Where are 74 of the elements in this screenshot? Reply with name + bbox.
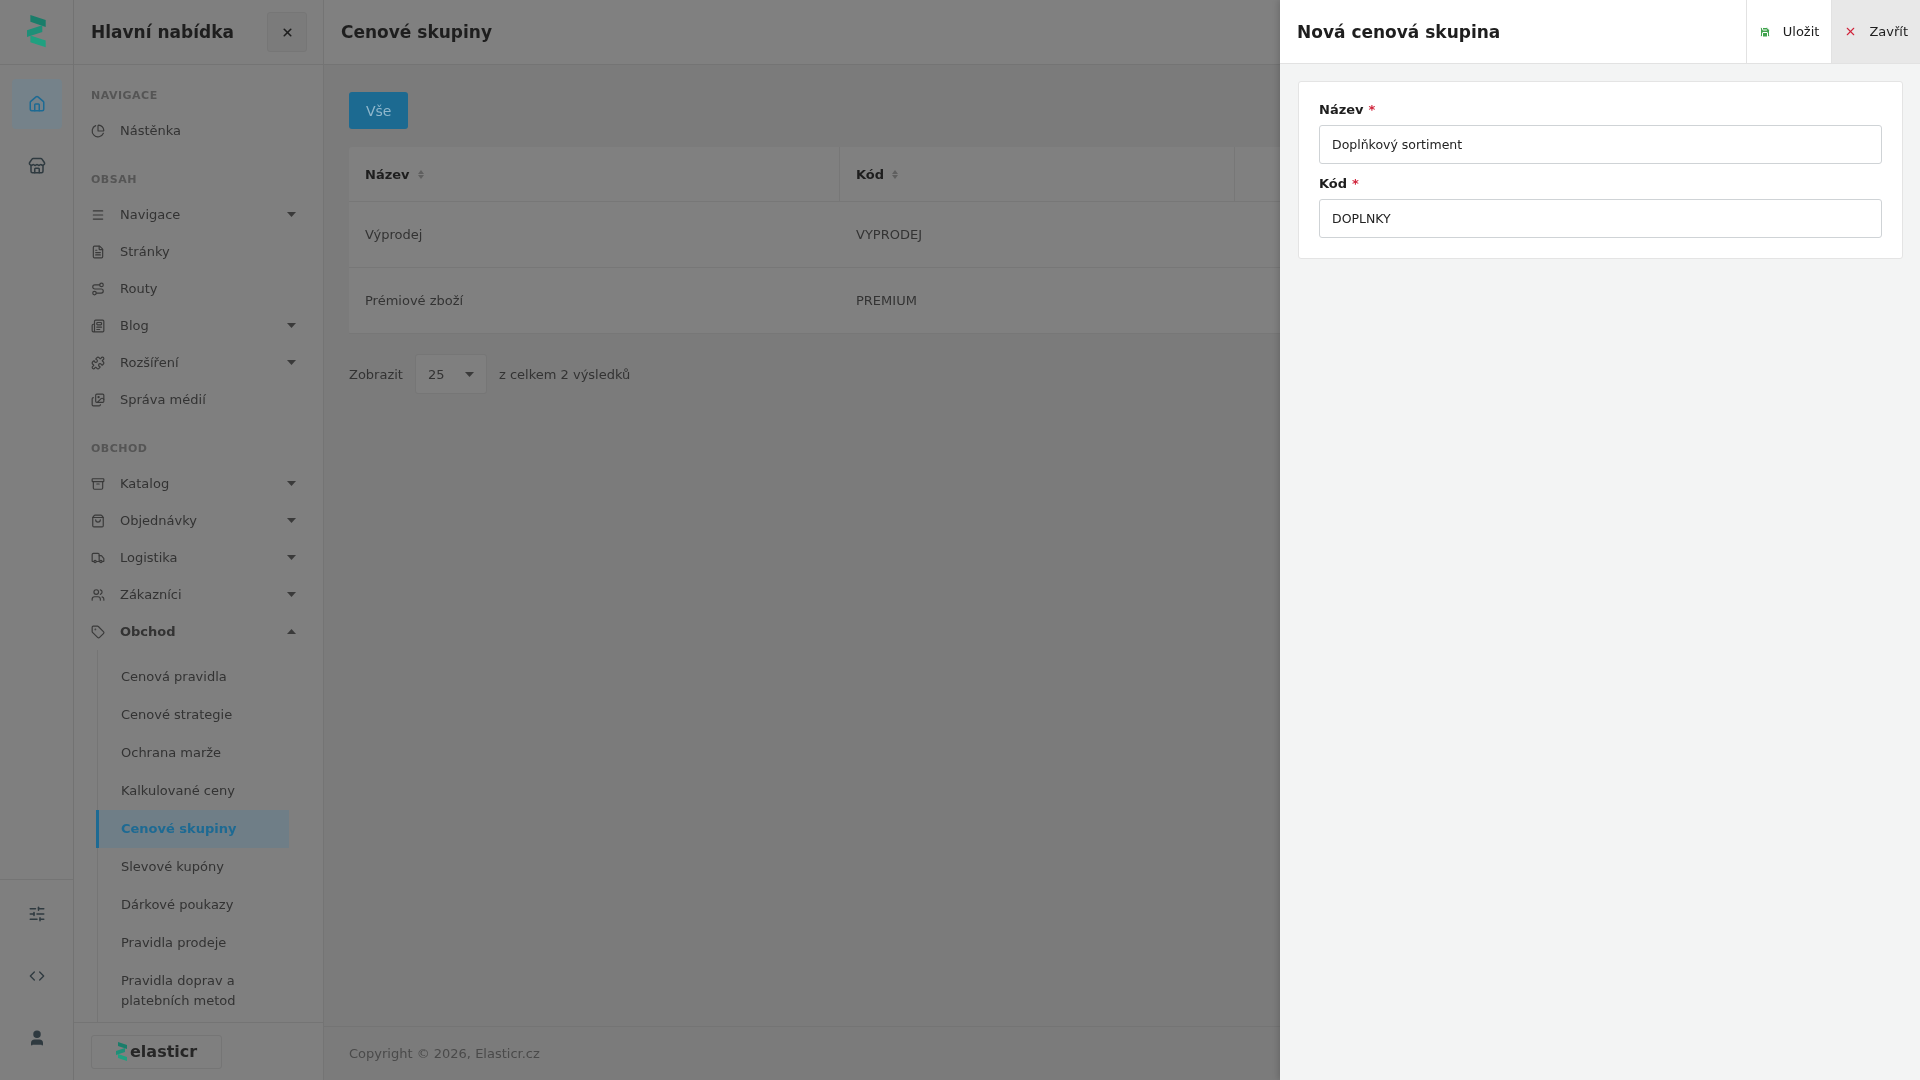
menu-item[interactable]: Routy bbox=[91, 270, 307, 307]
caret-down-icon bbox=[287, 518, 296, 523]
menu-item[interactable]: Nástěnka bbox=[91, 112, 307, 149]
menu-icon bbox=[91, 476, 105, 491]
code-icon bbox=[28, 968, 45, 984]
submenu-item[interactable]: Pravidla doprav a platebních metod bbox=[96, 962, 289, 1020]
sort-icon bbox=[892, 169, 899, 179]
submenu-item[interactable]: Pravidla prodeje bbox=[96, 924, 289, 962]
close-button[interactable]: Zavřít bbox=[1831, 0, 1920, 63]
menu-item[interactable]: Zákazníci bbox=[91, 576, 307, 613]
brand-logo[interactable]: elasticr bbox=[91, 1034, 223, 1069]
menu-item[interactable]: Navigace bbox=[91, 196, 307, 233]
home-button[interactable] bbox=[11, 79, 62, 129]
page-size-select[interactable]: 25 bbox=[414, 354, 487, 394]
submenu-item[interactable]: Kalkulované ceny bbox=[96, 772, 289, 810]
sliders-icon bbox=[27, 905, 46, 923]
table-cell-text: Výprodej bbox=[364, 226, 424, 244]
column-header[interactable]: Název bbox=[349, 147, 840, 201]
menu-icon bbox=[91, 550, 105, 565]
close-button[interactable] bbox=[267, 12, 307, 52]
drawer-title: Nová cenová skupina bbox=[1296, 20, 1502, 44]
input-field[interactable]: DOPLNKY bbox=[1319, 199, 1882, 238]
menu-item[interactable]: Logistika bbox=[91, 539, 307, 576]
store-icon bbox=[27, 157, 46, 175]
submenu-item[interactable]: Slevové kupóny bbox=[96, 848, 289, 886]
menu-icon bbox=[91, 244, 105, 259]
menu-icon bbox=[91, 392, 105, 407]
filter-button[interactable]: Vše bbox=[349, 92, 409, 129]
table-cell-text: PREMIUM bbox=[855, 292, 918, 310]
close-icon bbox=[280, 25, 294, 39]
menu-icon bbox=[91, 281, 105, 296]
menu-icon bbox=[91, 587, 105, 602]
caret-down-icon bbox=[287, 212, 296, 217]
menu-icon bbox=[91, 207, 105, 222]
field-label: Kód * bbox=[1319, 176, 1360, 191]
caret-down-icon bbox=[464, 371, 474, 377]
save-icon bbox=[1758, 25, 1771, 38]
menu-item[interactable]: Rozšíření bbox=[91, 344, 307, 381]
table-cell-text: Prémiové zboží bbox=[364, 292, 465, 310]
field-label: Název * bbox=[1319, 102, 1377, 117]
required-mark: * bbox=[1352, 176, 1359, 191]
caret-down-icon bbox=[287, 592, 296, 597]
column-header[interactable]: Kód bbox=[840, 147, 1235, 201]
menu-icon bbox=[91, 123, 105, 138]
menu-item[interactable]: Obchod bbox=[91, 613, 307, 650]
required-mark: * bbox=[1368, 102, 1376, 117]
page-title: Cenové skupiny bbox=[341, 22, 493, 42]
menu-item[interactable]: Blog bbox=[91, 307, 307, 344]
submenu-item[interactable]: Cenové strategie bbox=[96, 696, 289, 734]
menu-item[interactable]: Objednávky bbox=[91, 502, 307, 539]
menu-icon bbox=[91, 355, 105, 370]
table-cell-text: VYPRODEJ bbox=[855, 226, 923, 244]
submenu-item[interactable]: Ochrana marže bbox=[96, 734, 289, 772]
pager-label: Zobrazit bbox=[349, 366, 403, 382]
caret-down-icon bbox=[287, 481, 296, 486]
caret-down-icon bbox=[287, 360, 296, 365]
menu-item[interactable]: Stránky bbox=[91, 233, 307, 270]
menu-icon bbox=[91, 513, 105, 528]
menu-icon bbox=[91, 624, 105, 639]
results-count: z celkem 2 výsledků bbox=[498, 366, 631, 382]
caret-up-icon bbox=[287, 629, 296, 634]
logo-icon bbox=[116, 1041, 127, 1062]
home-icon bbox=[27, 95, 46, 113]
menu-title: Hlavní nabídka bbox=[91, 22, 234, 42]
submenu-item[interactable]: Cenová pravidla bbox=[96, 658, 289, 696]
menu-item[interactable]: Katalog bbox=[91, 465, 307, 502]
menu-icon bbox=[91, 318, 105, 333]
caret-down-icon bbox=[287, 323, 296, 328]
caret-down-icon bbox=[287, 555, 296, 560]
submenu-item[interactable]: Dárkové poukazy bbox=[96, 886, 289, 924]
logo-icon bbox=[27, 15, 46, 49]
input-field[interactable]: Doplňkový sortiment bbox=[1319, 125, 1882, 164]
sort-icon bbox=[417, 169, 424, 179]
menu-item[interactable]: Správa médií bbox=[91, 381, 307, 418]
